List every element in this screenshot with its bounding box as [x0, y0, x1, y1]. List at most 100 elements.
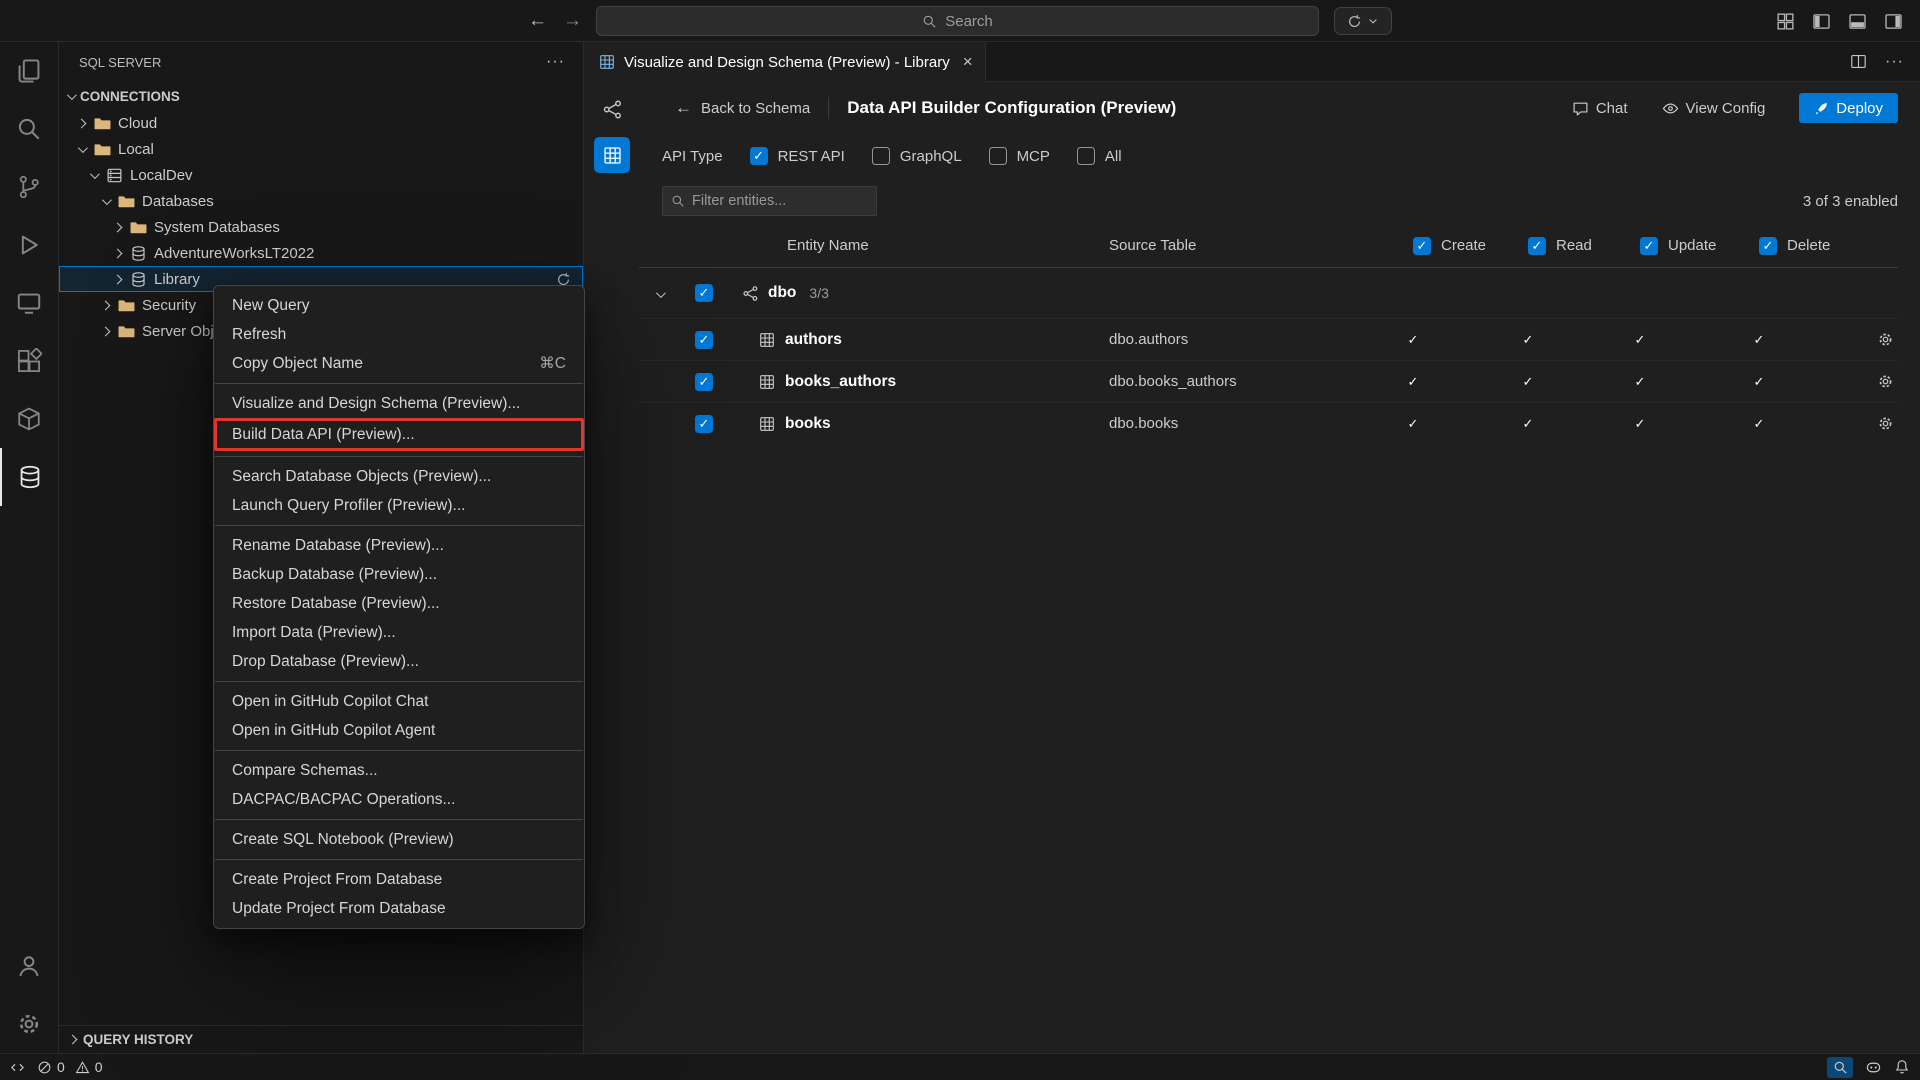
row-checkbox[interactable]	[695, 331, 713, 349]
chevron-down-icon[interactable]	[639, 285, 695, 302]
menu-item-open-copilot-chat[interactable]: Open in GitHub Copilot Chat	[214, 687, 584, 716]
checkbox-unchecked[interactable]	[872, 147, 890, 165]
forward-arrow-icon[interactable]: →	[563, 10, 582, 32]
menu-item-search-database-objects[interactable]: Search Database Objects (Preview)...	[214, 462, 584, 491]
table-row-books[interactable]: books dbo.books	[639, 402, 1898, 444]
sidebar-more-actions-icon[interactable]: ···	[546, 53, 565, 71]
customize-layout-button[interactable]	[1774, 10, 1796, 32]
back-arrow-icon[interactable]: ←	[528, 10, 547, 32]
menu-item-update-project-from-database[interactable]: Update Project From Database	[214, 894, 584, 923]
delete-all-checkbox[interactable]	[1759, 237, 1777, 255]
checkbox-unchecked[interactable]	[989, 147, 1007, 165]
menu-separator	[215, 525, 583, 526]
tree-item-label: Databases	[142, 193, 214, 210]
schema-group-row[interactable]: dbo 3/3	[639, 268, 1898, 318]
chat-button[interactable]: Chat	[1572, 100, 1628, 117]
api-option-mcp[interactable]: MCP	[989, 147, 1050, 165]
chevron-right-icon	[68, 1035, 78, 1045]
menu-item-dacpac-bacpac[interactable]: DACPAC/BACPAC Operations...	[214, 785, 584, 814]
remote-explorer-icon[interactable]	[0, 274, 58, 332]
api-option-rest[interactable]: REST API	[750, 147, 845, 165]
row-checkbox[interactable]	[695, 373, 713, 391]
menu-item-new-query[interactable]: New Query	[214, 291, 584, 320]
row-settings-gear-icon[interactable]	[1877, 415, 1899, 432]
tree-item-databases[interactable]: Databases	[59, 188, 583, 214]
create-all-checkbox[interactable]	[1413, 237, 1431, 255]
menu-item-create-project-from-database[interactable]: Create Project From Database	[214, 865, 584, 894]
server-icon	[106, 167, 123, 184]
remote-indicator-icon[interactable]	[10, 1060, 25, 1075]
tree-item-localdev[interactable]: LocalDev	[59, 162, 583, 188]
update-all-checkbox[interactable]	[1640, 237, 1658, 255]
explorer-icon[interactable]	[0, 42, 58, 100]
menu-item-restore-database[interactable]: Restore Database (Preview)...	[214, 589, 584, 618]
api-option-all[interactable]: All	[1077, 147, 1122, 165]
menu-item-open-copilot-agent[interactable]: Open in GitHub Copilot Agent	[214, 716, 584, 745]
tab-title: Visualize and Design Schema (Preview) - …	[624, 54, 950, 71]
package-explorer-icon[interactable]	[0, 390, 58, 448]
tab-visualize-design-schema[interactable]: Visualize and Design Schema (Preview) - …	[585, 42, 986, 82]
view-config-button[interactable]: View Config	[1662, 100, 1766, 117]
table-view-button[interactable]	[585, 132, 639, 178]
copilot-status-icon[interactable]	[1865, 1059, 1882, 1076]
run-debug-icon[interactable]	[0, 216, 58, 274]
checkbox-unchecked[interactable]	[1077, 147, 1095, 165]
toggle-secondary-sidebar-button[interactable]	[1882, 10, 1904, 32]
notifications-bell-icon[interactable]	[1894, 1059, 1910, 1075]
table-row-books-authors[interactable]: books_authors dbo.books_authors	[639, 360, 1898, 402]
query-history-section-header[interactable]: QUERY HISTORY	[59, 1025, 583, 1053]
menu-item-label: Open in GitHub Copilot Agent	[232, 722, 435, 740]
extensions-icon[interactable]	[0, 332, 58, 390]
settings-gear-icon[interactable]	[0, 995, 58, 1053]
read-all-checkbox[interactable]	[1528, 237, 1546, 255]
connections-section-header[interactable]: CONNECTIONS	[59, 82, 583, 110]
schema-diagram-view-button[interactable]	[585, 86, 639, 132]
menu-item-create-sql-notebook[interactable]: Create SQL Notebook (Preview)	[214, 825, 584, 854]
search-sidebar-icon[interactable]	[0, 100, 58, 158]
editor-more-actions-icon[interactable]: ···	[1885, 53, 1904, 71]
menu-item-copy-object-name[interactable]: Copy Object Name ⌘C	[214, 349, 584, 378]
source-control-icon[interactable]	[0, 158, 58, 216]
deploy-button[interactable]: Deploy	[1799, 93, 1898, 123]
menu-item-visualize-design-schema[interactable]: Visualize and Design Schema (Preview)...	[214, 389, 584, 418]
menu-item-backup-database[interactable]: Backup Database (Preview)...	[214, 560, 584, 589]
menu-item-label: Launch Query Profiler (Preview)...	[232, 497, 465, 515]
tree-item-system-databases[interactable]: System Databases	[59, 214, 583, 240]
row-checkbox[interactable]	[695, 415, 713, 433]
filter-row: 3 of 3 enabled	[639, 178, 1898, 224]
session-dropdown-button[interactable]	[1334, 7, 1392, 35]
zoom-status-icon[interactable]	[1827, 1057, 1853, 1078]
toggle-panel-button[interactable]	[1846, 10, 1868, 32]
row-settings-gear-icon[interactable]	[1877, 331, 1899, 348]
checkbox-checked[interactable]	[750, 147, 768, 165]
sql-server-viewlet-icon[interactable]	[0, 448, 58, 506]
group-checkbox[interactable]	[695, 284, 713, 302]
search-command-center[interactable]: Search	[596, 6, 1319, 36]
menu-item-label: Search Database Objects (Preview)...	[232, 468, 491, 486]
table-row-authors[interactable]: authors dbo.authors	[639, 318, 1898, 360]
tree-item-local[interactable]: Local	[59, 136, 583, 162]
menu-item-build-data-api[interactable]: Build Data API (Preview)...	[214, 418, 584, 451]
tree-item-adventureworkslt2022[interactable]: AdventureWorksLT2022	[59, 240, 583, 266]
folder-icon	[94, 141, 111, 158]
menu-item-compare-schemas[interactable]: Compare Schemas...	[214, 756, 584, 785]
menu-item-refresh[interactable]: Refresh	[214, 320, 584, 349]
problems-status[interactable]: 0 0	[37, 1059, 103, 1075]
toggle-primary-sidebar-button[interactable]	[1810, 10, 1832, 32]
row-settings-gear-icon[interactable]	[1877, 373, 1899, 390]
sidebar-title: SQL SERVER	[79, 55, 161, 70]
accounts-icon[interactable]	[0, 937, 58, 995]
menu-item-rename-database[interactable]: Rename Database (Preview)...	[214, 531, 584, 560]
menu-item-drop-database[interactable]: Drop Database (Preview)...	[214, 647, 584, 676]
split-editor-icon[interactable]	[1850, 53, 1867, 70]
menu-item-launch-query-profiler[interactable]: Launch Query Profiler (Preview)...	[214, 491, 584, 520]
filter-entities-input[interactable]	[692, 193, 868, 209]
menu-item-import-data[interactable]: Import Data (Preview)...	[214, 618, 584, 647]
editor-tab-bar: Visualize and Design Schema (Preview) - …	[585, 42, 1920, 82]
filter-entities-input-wrap[interactable]	[662, 186, 877, 216]
back-to-schema-link[interactable]: ← Back to Schema	[675, 98, 810, 118]
chat-label: Chat	[1596, 100, 1628, 117]
tree-item-cloud[interactable]: Cloud	[59, 110, 583, 136]
close-icon[interactable]: ×	[963, 52, 973, 72]
api-option-graphql[interactable]: GraphQL	[872, 147, 962, 165]
